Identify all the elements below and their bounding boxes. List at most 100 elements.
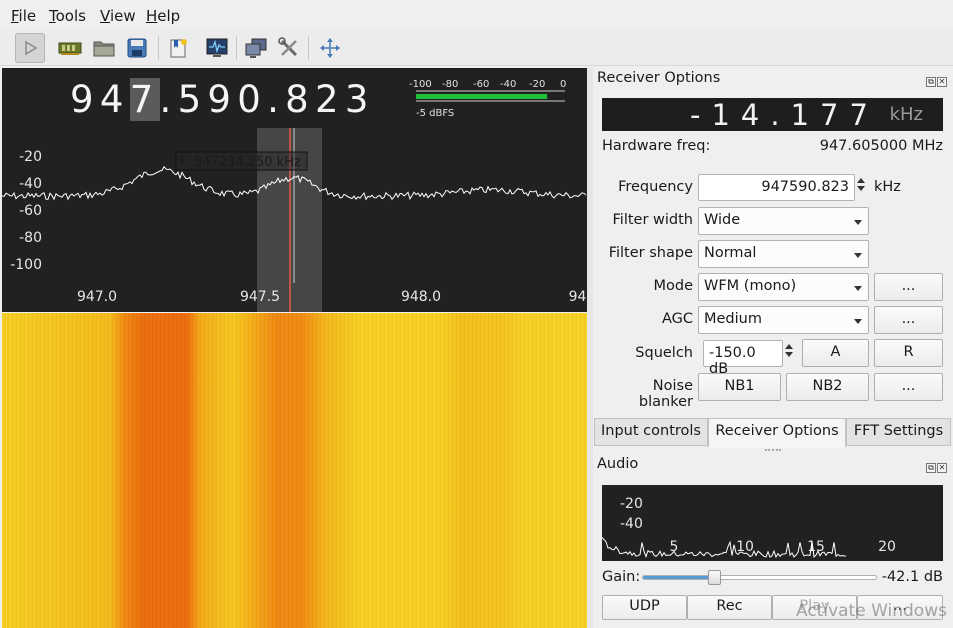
tab-fft-settings[interactable]: FFT Settings	[846, 418, 951, 446]
float-icon[interactable]: ⧉	[926, 463, 936, 473]
record-button[interactable]: Rec	[687, 595, 772, 620]
meter-level	[416, 94, 548, 99]
menu-bar: File Tools View Help	[0, 0, 953, 30]
squelch-label: Squelch	[635, 345, 693, 361]
menu-file[interactable]: File	[11, 7, 36, 25]
close-icon[interactable]: ✕	[937, 77, 947, 87]
squelch-auto-button[interactable]: A	[802, 339, 869, 367]
meter-dbfs-label: -5 dBFS	[416, 108, 454, 119]
waterfall[interactable]	[2, 313, 587, 628]
tab-receiver-options[interactable]: Receiver Options	[708, 418, 846, 448]
gain-label: Gain:	[602, 569, 641, 585]
filter-width-select[interactable]: Wide	[698, 207, 869, 235]
frequency-unit: kHz	[874, 179, 901, 195]
close-icon[interactable]: ✕	[937, 463, 947, 473]
panel-splitter[interactable]	[587, 68, 593, 628]
bookmark-icon	[170, 39, 187, 58]
audio-canvas: -20 -40 5 10 15 20	[602, 496, 896, 559]
audio-dock-controls: ⧉ ✕	[925, 458, 949, 473]
start-button[interactable]	[15, 33, 45, 63]
agc-options-button[interactable]: ...	[874, 306, 943, 334]
agc-select[interactable]: Medium	[698, 306, 869, 334]
mode-select[interactable]: WFM (mono)	[698, 273, 869, 301]
nb2-button[interactable]: NB2	[786, 373, 869, 401]
menu-tools[interactable]: Tools	[49, 7, 86, 25]
move-arrows-icon	[320, 38, 340, 58]
frequency-input[interactable]: 947590.823	[698, 174, 855, 201]
x-axis-tick: 947.5	[240, 289, 280, 305]
audio-x-tick: 5	[670, 539, 679, 555]
audio-fft-plot[interactable]: -20 -40 5 10 15 20	[602, 485, 943, 561]
save-button[interactable]	[122, 33, 152, 63]
chevron-down-icon	[854, 319, 862, 324]
play-icon	[25, 40, 38, 56]
frequency-label: Frequency	[618, 179, 693, 195]
noise-blanker-label: Noise blanker	[638, 378, 693, 410]
float-icon[interactable]: ⧉	[926, 77, 936, 87]
audio-options-button[interactable]: ...	[857, 595, 943, 620]
bookmark-button[interactable]	[163, 33, 193, 63]
fullscreen-button[interactable]	[315, 33, 345, 63]
tab-input-controls[interactable]: Input controls	[594, 418, 708, 446]
offset-unit: kHz	[889, 104, 923, 125]
play-button[interactable]: Play	[772, 595, 857, 620]
mode-label: Mode	[653, 278, 693, 294]
menu-help[interactable]: Help	[146, 7, 180, 25]
meter-tick: -40	[500, 79, 516, 90]
toolbar-separator-2	[236, 36, 237, 60]
squelch-spinner[interactable]	[783, 341, 795, 360]
marker-label: F: 947234.250 kHz	[179, 155, 301, 170]
waterfall-texture	[2, 313, 587, 628]
nb1-button[interactable]: NB1	[698, 373, 781, 401]
toolbar-separator-3	[308, 36, 309, 60]
meter-tick: 0	[560, 79, 566, 90]
squelch-reset-button[interactable]: R	[874, 339, 943, 367]
menu-view[interactable]: View	[100, 7, 136, 25]
nb-options-button[interactable]: ...	[874, 373, 943, 401]
gain-slider-handle[interactable]	[707, 570, 721, 585]
splitter-handle[interactable]	[765, 449, 781, 451]
tools-icon	[278, 37, 298, 57]
toolbar	[0, 30, 953, 66]
spectrum-plot[interactable]: 947.590.823 -100 -80 -60 -40 -20 0 -5 dB…	[2, 68, 587, 312]
gain-slider[interactable]	[642, 570, 877, 585]
chevron-down-icon	[854, 220, 862, 225]
x-axis-tick: 948	[569, 289, 587, 305]
y-axis-tick: -80	[19, 230, 42, 246]
offset-display[interactable]: -14.177 kHz	[602, 98, 943, 132]
y-axis-tick: -20	[19, 149, 42, 165]
filter-shape-label: Filter shape	[608, 245, 693, 261]
audio-x-tick: 10	[736, 539, 754, 555]
dock-controls: ⧉ ✕	[925, 72, 949, 87]
monitor-signal-icon	[206, 38, 228, 57]
frequency-spinner[interactable]	[855, 175, 867, 194]
mode-options-button[interactable]: ...	[874, 273, 943, 301]
gain-value: -42.1 dB	[881, 569, 943, 585]
audio-title: Audio	[597, 456, 639, 472]
agc-label: AGC	[661, 311, 693, 327]
open-button[interactable]	[89, 33, 119, 63]
audio-y-tick: -40	[620, 516, 643, 532]
settings-button[interactable]	[274, 33, 304, 63]
hardware-freq-value: 947.605000 MHz	[819, 138, 943, 154]
squelch-input[interactable]: -150.0 dB	[703, 340, 783, 377]
filter-shape-select[interactable]: Normal	[698, 240, 869, 268]
audio-y-tick: -20	[620, 496, 643, 512]
audio-x-tick: 20	[878, 539, 896, 555]
receiver-options-title: Receiver Options	[597, 70, 721, 86]
toolbar-separator	[158, 36, 159, 60]
y-axis-tick: -100	[10, 257, 42, 273]
dsp-button[interactable]	[202, 33, 232, 63]
meter-tick: -60	[473, 79, 489, 90]
remote-control-button[interactable]	[241, 33, 271, 63]
offset-value: -14.177	[690, 98, 879, 132]
meter-tick: -80	[442, 79, 458, 90]
y-axis-tick: -40	[19, 176, 42, 192]
io-devices-button[interactable]	[55, 33, 85, 63]
udp-button[interactable]: UDP	[602, 595, 687, 620]
hardware-freq-label: Hardware freq:	[602, 138, 711, 154]
gain-slider-fill	[643, 576, 713, 579]
folder-icon	[93, 41, 115, 57]
x-axis-tick: 947.0	[77, 289, 117, 305]
chevron-down-icon	[854, 253, 862, 258]
